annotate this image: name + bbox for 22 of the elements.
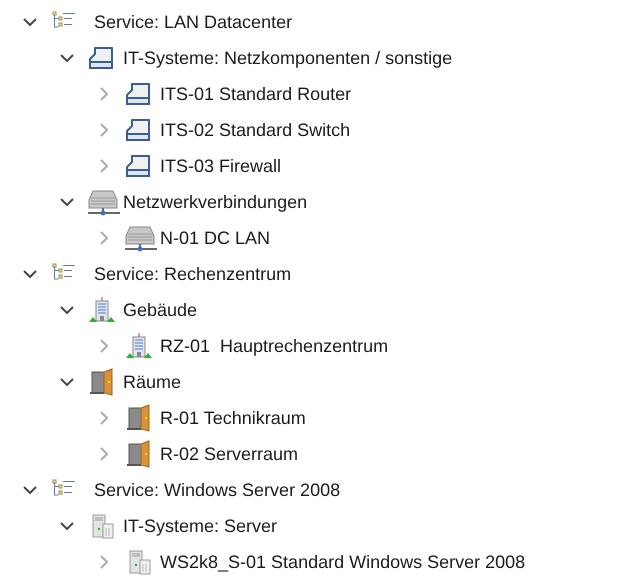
device-icon bbox=[124, 152, 152, 180]
device-icon bbox=[87, 44, 115, 72]
tree-item-label[interactable]: Räume bbox=[123, 368, 182, 396]
tree-item-label[interactable]: IT-Systeme: Netzkomponenten / sonstige bbox=[123, 44, 452, 72]
tree-item-label[interactable]: Service: Windows Server 2008 bbox=[94, 476, 340, 504]
building-icon bbox=[87, 295, 117, 325]
tree-item-label[interactable]: ITS-01 Standard Router bbox=[160, 80, 352, 108]
tree-item-label[interactable]: R-02 Serverraum bbox=[160, 440, 298, 468]
tree-item-label[interactable]: Service: LAN Datacenter bbox=[94, 8, 292, 36]
tree-item-label[interactable]: R-01 Technikraum bbox=[160, 404, 306, 432]
tree-item-label[interactable]: Gebäude bbox=[123, 296, 198, 324]
tree-item-label[interactable]: Service: Rechenzentrum bbox=[94, 260, 292, 288]
tree-item-label[interactable]: WS2k8_S-01 Standard Windows Server 2008 bbox=[160, 548, 526, 576]
tree-item-label[interactable]: Netzwerkverbindungen bbox=[123, 188, 308, 216]
tree-item-label[interactable]: ITS-03 Firewall bbox=[160, 152, 282, 180]
tree-item-label[interactable]: IT-Systeme: Server bbox=[123, 512, 278, 540]
device-icon bbox=[124, 80, 152, 108]
tree-item-label[interactable]: ITS-02 Standard Switch bbox=[160, 116, 350, 144]
building-icon bbox=[124, 331, 154, 361]
device-icon bbox=[124, 116, 152, 144]
tree-item-label[interactable]: N-01 DC LAN bbox=[160, 224, 270, 252]
tree-item-label[interactable]: RZ-01 Hauptrechenzentrum bbox=[160, 332, 388, 360]
